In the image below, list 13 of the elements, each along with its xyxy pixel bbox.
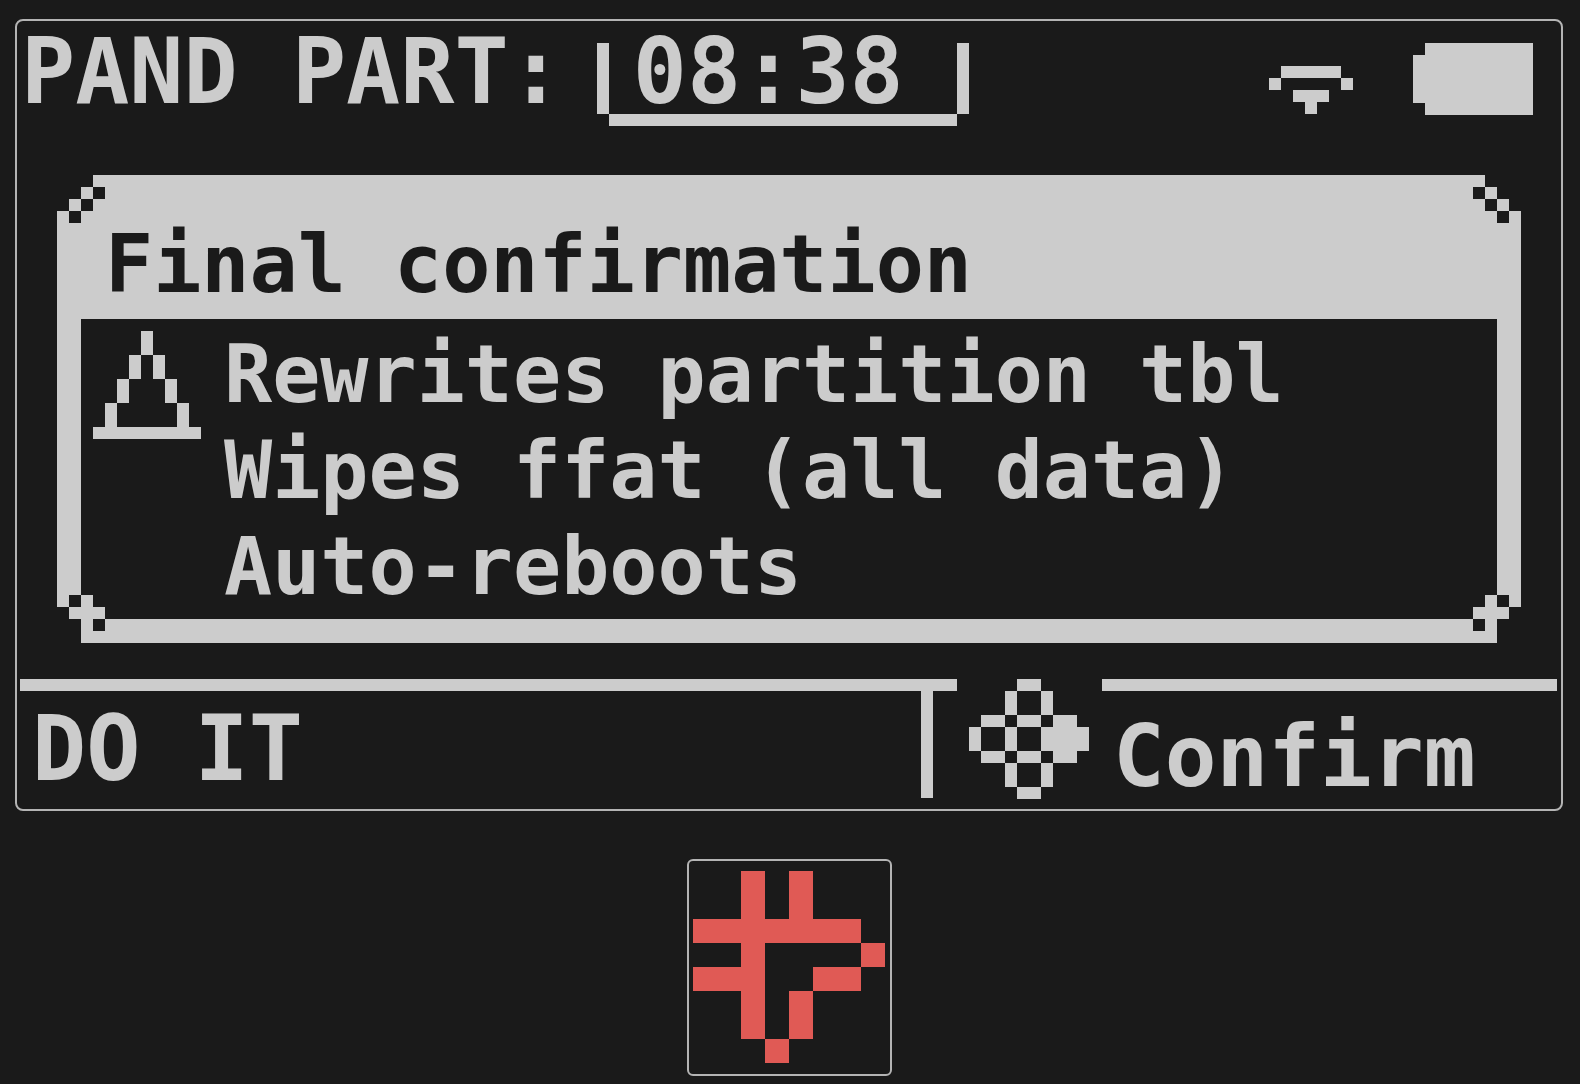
battery-icon: [1413, 43, 1533, 115]
corner-notch-icon: [57, 175, 105, 223]
wifi-icon: [1269, 66, 1353, 114]
dialog-title: Final confirmation: [104, 217, 973, 313]
pixel-logo-icon: [687, 859, 892, 1076]
warning-line: Auto-reboots: [224, 519, 803, 615]
warning-line: Rewrites partition tbl: [224, 327, 1284, 423]
triangle-icon: [93, 331, 201, 439]
dpad-icon: [969, 679, 1089, 799]
softkey-button[interactable]: DO IT: [20, 679, 957, 798]
corner-notch-icon: [1473, 175, 1521, 223]
screen-title: PAND PART:: [21, 27, 563, 117]
warning-line: Wipes ffat (all data): [224, 423, 1237, 519]
